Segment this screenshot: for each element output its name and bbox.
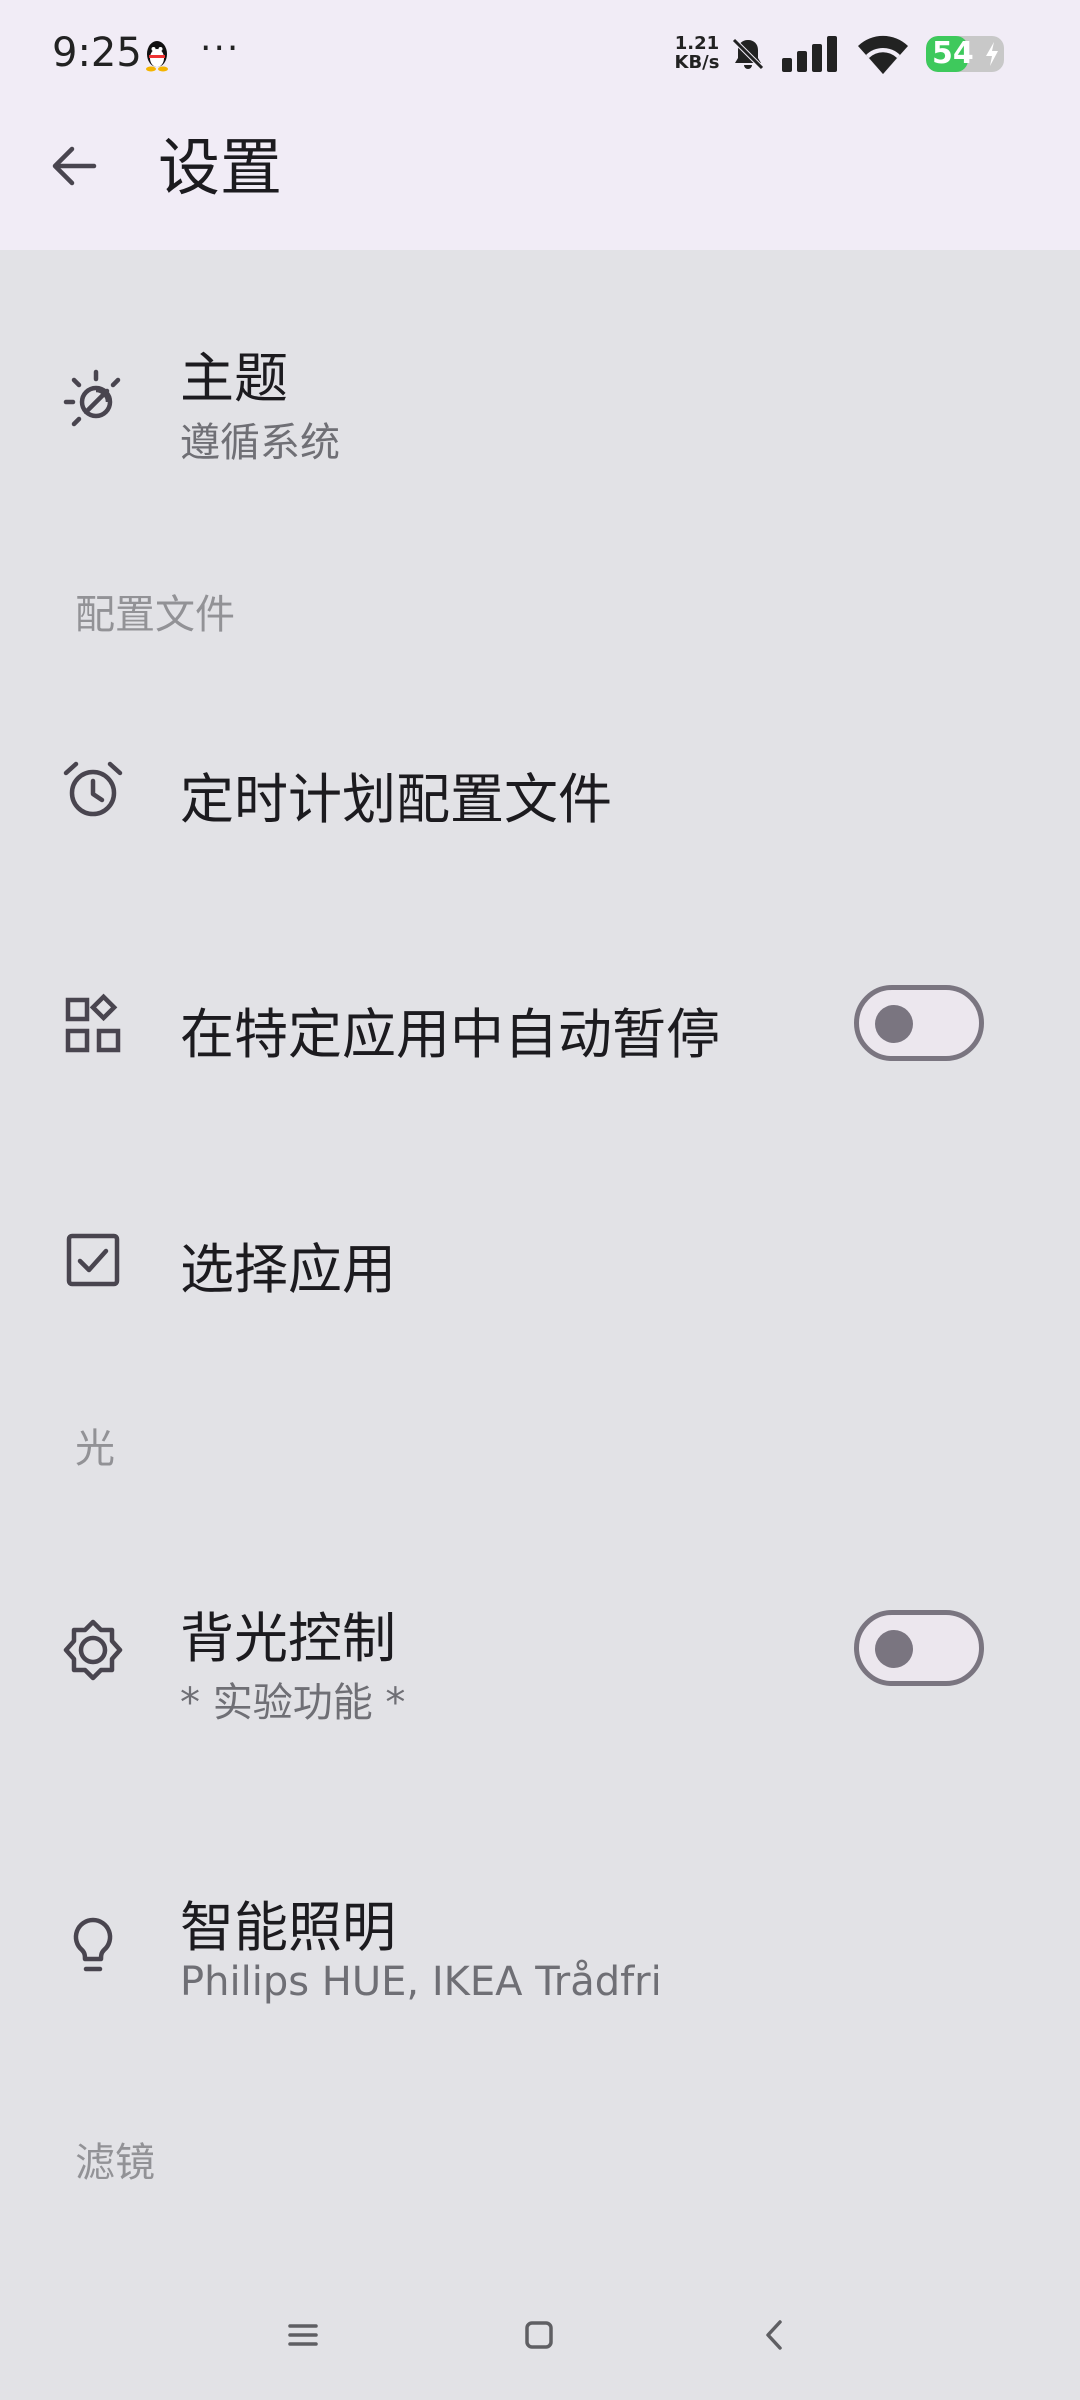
alarm-clock-icon bbox=[63, 761, 123, 817]
setting-title: 智能照明 bbox=[180, 1896, 396, 1959]
status-time: 9:25 bbox=[52, 30, 142, 76]
backlight-toggle[interactable] bbox=[854, 1610, 984, 1686]
home-icon[interactable] bbox=[514, 2310, 564, 2360]
network-speed: 1.21 KB/s bbox=[668, 34, 726, 72]
setting-subtitle: Philips HUE, IKEA Trådfri bbox=[180, 1959, 662, 2005]
setting-title: 定时计划配置文件 bbox=[180, 768, 612, 831]
cell-signal-icon bbox=[782, 36, 837, 72]
status-bar: 9:25 ··· 1.21 KB/s 54 bbox=[0, 0, 1080, 108]
arrow-back-icon[interactable] bbox=[44, 136, 104, 196]
theme-auto-icon bbox=[63, 369, 121, 427]
battery-charging-icon: 54 bbox=[926, 36, 1004, 72]
network-speed-value: 1.21 bbox=[674, 33, 720, 54]
checkbox-icon bbox=[66, 1233, 120, 1287]
setting-backlight-control[interactable]: 背光控制 * 实验功能 * bbox=[0, 1560, 1080, 1740]
setting-title: 主题 bbox=[180, 347, 288, 410]
setting-subtitle: * 实验功能 * bbox=[180, 1680, 406, 1726]
page-title: 设置 bbox=[158, 131, 283, 204]
bell-off-icon bbox=[732, 38, 764, 70]
setting-subtitle: 遵循系统 bbox=[180, 420, 340, 466]
top-app-bar-area: 9:25 ··· 1.21 KB/s 54 设置 bbox=[0, 0, 1080, 250]
setting-auto-pause[interactable]: 在特定应用中自动暂停 bbox=[0, 935, 1080, 1115]
toggle-thumb bbox=[875, 1630, 913, 1668]
apps-grid-icon bbox=[65, 993, 121, 1053]
setting-scheduled-profiles[interactable]: 定时计划配置文件 bbox=[0, 700, 1080, 880]
qq-icon bbox=[146, 41, 168, 72]
auto-pause-toggle[interactable] bbox=[854, 985, 984, 1061]
more-notifications-dots: ··· bbox=[200, 28, 241, 69]
menu-icon[interactable] bbox=[278, 2310, 328, 2360]
setting-title: 选择应用 bbox=[180, 1238, 396, 1301]
setting-title: 背光控制 bbox=[180, 1607, 396, 1670]
setting-title: 在特定应用中自动暂停 bbox=[180, 1003, 720, 1066]
charging-bolt-icon bbox=[986, 42, 998, 66]
setting-smart-lighting[interactable]: 智能照明 Philips HUE, IKEA Trådfri bbox=[0, 1855, 1080, 2035]
back-icon[interactable] bbox=[750, 2310, 800, 2360]
section-header-profiles: 配置文件 bbox=[75, 592, 235, 638]
lightbulb-icon bbox=[73, 1917, 113, 1972]
wifi-icon bbox=[858, 35, 908, 74]
network-speed-unit: KB/s bbox=[674, 52, 720, 73]
section-header-filters: 滤镜 bbox=[75, 2140, 155, 2186]
brightness-icon bbox=[63, 1619, 123, 1681]
toggle-thumb bbox=[875, 1005, 913, 1043]
section-header-light: 光 bbox=[75, 1426, 115, 1472]
battery-level: 54 bbox=[932, 36, 974, 71]
setting-select-apps[interactable]: 选择应用 bbox=[0, 1170, 1080, 1350]
setting-theme[interactable]: 主题 遵循系统 bbox=[0, 320, 1080, 480]
